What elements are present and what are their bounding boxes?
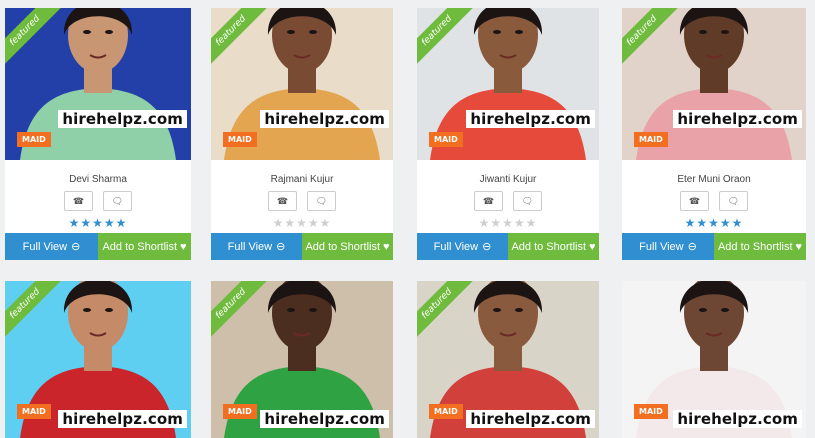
star-icon: ★: [307, 216, 320, 230]
star-rating: ★★★★★: [622, 216, 806, 230]
profile-card: featured hirehelpz.com MAID Devi Sharma ☎ 🗨 ★…: [5, 8, 191, 260]
chat-icon[interactable]: 🗨: [513, 191, 542, 211]
phone-icon[interactable]: ☎: [268, 191, 297, 211]
profile-card: hirehelpz.com MAID: [622, 281, 806, 438]
star-rating: ★★★★★: [417, 216, 599, 230]
maid-badge: MAID: [429, 404, 463, 419]
maid-badge: MAID: [223, 404, 257, 419]
heart-icon: ♥: [589, 240, 596, 253]
shortlist-label: Add to Shortlist: [717, 240, 793, 253]
arrow-circle-icon: ⊖: [482, 241, 492, 253]
heart-icon: ♥: [795, 240, 803, 253]
full-view-label: Full View: [227, 240, 273, 253]
profile-name[interactable]: Devi Sharma: [5, 174, 191, 185]
watermark: hirehelpz.com: [673, 410, 802, 428]
star-icon: ★: [103, 216, 116, 230]
profile-name[interactable]: Eter Muni Oraon: [622, 174, 806, 185]
star-icon: ★: [525, 216, 538, 230]
star-rating: ★★★★★: [5, 216, 191, 230]
contact-icons: ☎ 🗨: [211, 191, 393, 211]
star-icon: ★: [68, 216, 81, 230]
maid-badge: MAID: [634, 404, 668, 419]
watermark: hirehelpz.com: [260, 410, 389, 428]
profile-card: featured hirehelpz.com MAID Jiwanti Kujur ☎ …: [417, 8, 599, 260]
add-to-shortlist-button[interactable]: Add to Shortlist ♥: [714, 233, 806, 260]
add-to-shortlist-button[interactable]: Add to Shortlist ♥: [302, 233, 393, 260]
chat-icon[interactable]: 🗨: [719, 191, 748, 211]
star-icon: ★: [115, 216, 128, 230]
star-icon: ★: [731, 216, 744, 230]
phone-icon[interactable]: ☎: [64, 191, 93, 211]
star-icon: ★: [92, 216, 104, 230]
full-view-button[interactable]: Full View ⊖: [211, 233, 302, 260]
star-icon: ★: [296, 216, 308, 230]
heart-icon: ♥: [180, 240, 187, 253]
star-icon: ★: [719, 216, 732, 230]
full-view-label: Full View: [639, 240, 684, 253]
full-view-label: Full View: [22, 240, 68, 253]
phone-icon[interactable]: ☎: [680, 191, 709, 211]
star-icon: ★: [513, 216, 526, 230]
maid-badge: MAID: [17, 404, 51, 419]
maid-badge: MAID: [429, 132, 463, 147]
watermark: hirehelpz.com: [673, 110, 802, 128]
watermark: hirehelpz.com: [58, 110, 187, 128]
full-view-button[interactable]: Full View ⊖: [417, 233, 508, 260]
profile-card: featured hirehelpz.com MAID Eter Muni Oraon…: [622, 8, 806, 260]
card-actions: Full View ⊖ Add to Shortlist ♥: [211, 233, 393, 260]
watermark: hirehelpz.com: [260, 110, 389, 128]
full-view-label: Full View: [433, 240, 479, 253]
profile-card: featured hirehelpz.com MAID: [417, 281, 599, 438]
card-actions: Full View ⊖ Add to Shortlist ♥: [622, 233, 806, 260]
arrow-circle-icon: ⊖: [276, 241, 286, 253]
watermark: hirehelpz.com: [466, 110, 595, 128]
full-view-button[interactable]: Full View ⊖: [622, 233, 714, 260]
watermark: hirehelpz.com: [58, 410, 187, 428]
maid-badge: MAID: [17, 132, 51, 147]
maid-listing-grid: featured hirehelpz.com MAID Devi Sharma ☎ 🗨 ★…: [0, 0, 815, 438]
contact-icons: ☎ 🗨: [622, 191, 806, 211]
full-view-button[interactable]: Full View ⊖: [5, 233, 98, 260]
contact-icons: ☎ 🗨: [417, 191, 599, 211]
arrow-circle-icon: ⊖: [687, 241, 697, 253]
profile-name[interactable]: Rajmani Kujur: [211, 174, 393, 185]
phone-icon[interactable]: ☎: [474, 191, 503, 211]
chat-icon[interactable]: 🗨: [307, 191, 336, 211]
add-to-shortlist-button[interactable]: Add to Shortlist ♥: [98, 233, 191, 260]
star-icon: ★: [319, 216, 332, 230]
star-rating: ★★★★★: [211, 216, 393, 230]
profile-card: featured hirehelpz.com MAID: [5, 281, 191, 438]
shortlist-label: Add to Shortlist: [102, 240, 178, 253]
star-icon: ★: [696, 216, 709, 230]
shortlist-label: Add to Shortlist: [305, 240, 381, 253]
profile-card: featured hirehelpz.com MAID Rajmani Kujur ☎ …: [211, 8, 393, 260]
maid-badge: MAID: [634, 132, 668, 147]
star-icon: ★: [708, 216, 720, 230]
contact-icons: ☎ 🗨: [5, 191, 191, 211]
star-icon: ★: [272, 216, 285, 230]
card-actions: Full View ⊖ Add to Shortlist ♥: [417, 233, 599, 260]
card-actions: Full View ⊖ Add to Shortlist ♥: [5, 233, 191, 260]
heart-icon: ♥: [383, 240, 390, 253]
star-icon: ★: [502, 216, 514, 230]
chat-icon[interactable]: 🗨: [103, 191, 132, 211]
star-icon: ★: [490, 216, 503, 230]
shortlist-label: Add to Shortlist: [511, 240, 587, 253]
add-to-shortlist-button[interactable]: Add to Shortlist ♥: [508, 233, 599, 260]
maid-badge: MAID: [223, 132, 257, 147]
star-icon: ★: [478, 216, 491, 230]
star-icon: ★: [80, 216, 93, 230]
profile-card: featured hirehelpz.com MAID: [211, 281, 393, 438]
star-icon: ★: [284, 216, 297, 230]
star-icon: ★: [684, 216, 697, 230]
arrow-circle-icon: ⊖: [71, 241, 81, 253]
profile-name[interactable]: Jiwanti Kujur: [417, 174, 599, 185]
watermark: hirehelpz.com: [466, 410, 595, 428]
